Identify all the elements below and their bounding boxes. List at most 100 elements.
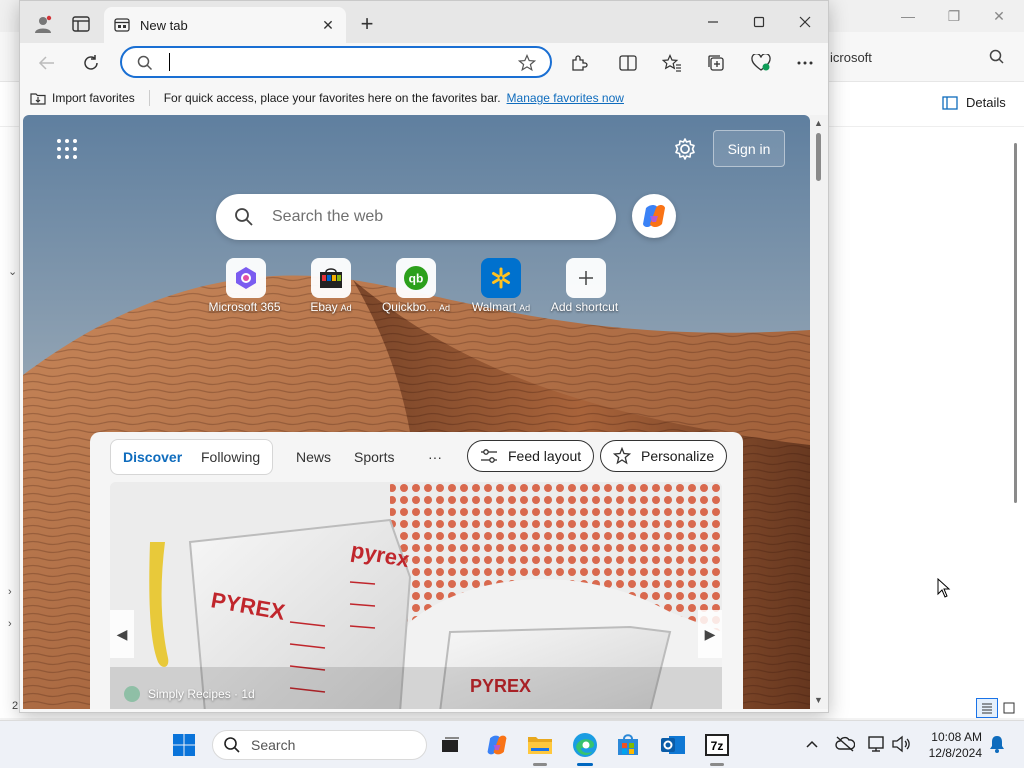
search-placeholder: Search the web [272,208,384,225]
7zip-taskbar-button[interactable]: 7z [701,729,733,761]
details-label: Details [966,95,1006,110]
search-icon [137,55,153,71]
tab-title: New tab [140,17,188,33]
svg-text:7z: 7z [711,739,724,753]
favorites-button[interactable] [657,48,687,78]
more-tabs-button[interactable]: ··· [428,439,442,475]
scrollbar-thumb[interactable] [816,133,821,181]
star-icon[interactable] [518,54,536,72]
ebay-tile [311,258,351,298]
scroll-down-arrow-icon[interactable]: ▼ [814,695,823,705]
mouse-cursor-icon [937,578,951,598]
back-button[interactable] [32,48,62,78]
shortcut-microsoft-365[interactable]: Microsoft 365 [201,258,291,318]
notifications-button[interactable] [986,733,1008,755]
edge-browser-icon [573,733,597,757]
copilot-taskbar-button[interactable] [481,729,513,761]
feed-layout-button[interactable]: Feed layout [467,440,595,472]
carousel-next-button[interactable]: ▶ [698,610,722,658]
import-icon [30,93,46,105]
manage-favorites-link[interactable]: Manage favorites now [507,91,624,105]
feed-card-hero[interactable]: pyrex PYREX PYREX ◀ ▶ Simply Recipes · 1… [110,482,722,709]
copilot-button[interactable] [632,194,676,238]
minimize-button[interactable] [690,1,736,43]
tab-news[interactable]: News [296,439,331,475]
task-view-button[interactable] [434,729,466,761]
card-source: Simply Recipes · 1d [124,686,255,702]
close-button[interactable] [782,1,828,43]
apps-grid-icon[interactable] [55,137,79,161]
sign-in-button[interactable]: Sign in [713,130,785,167]
tiles-view-button[interactable] [998,698,1020,718]
volume-button[interactable] [890,733,912,755]
shortcut-label: Microsoft 365 [208,300,281,314]
file-explorer-taskbar-button[interactable] [524,729,556,761]
network-button[interactable] [866,733,888,755]
explorer-close-button[interactable]: ✕ [976,0,1022,32]
active-indicator [577,763,593,766]
explorer-restore-button[interactable]: ❐ [931,0,977,32]
plus-icon [579,271,593,285]
tab-sports[interactable]: Sports [354,439,394,475]
browser-essentials-button[interactable] [746,48,776,78]
tab-new-tab[interactable]: New tab ✕ [104,7,346,43]
chevron-up-icon [806,740,818,748]
tab-actions-button[interactable] [66,9,96,39]
add-shortcut-tile [566,258,606,298]
navigation-bar [20,43,828,83]
more-icon [797,61,813,65]
svg-text:qb: qb [409,272,424,286]
system-clock[interactable]: 10:08 AM 12/8/2024 [920,729,982,761]
details-view-button[interactable] [976,698,998,718]
favorites-icon [662,54,681,72]
address-input[interactable] [174,51,504,73]
add-shortcut-button[interactable]: Add shortcut [541,258,631,318]
gear-icon[interactable] [673,137,697,161]
feed-layout-label: Feed layout [508,448,582,464]
split-screen-icon [619,55,637,71]
edge-browser-window: New tab ✕ + Import favorites For quick a… [19,0,829,713]
favorites-bar: Import favorites For quick access, place… [20,83,828,113]
tab-following[interactable]: Following [201,439,260,475]
web-search-box[interactable]: Search the web [216,194,616,240]
shortcut-walmart[interactable]: Walmart Ad [456,258,546,318]
personalize-button[interactable]: Personalize [600,440,728,472]
store-icon [618,734,638,755]
tab-discover[interactable]: Discover [123,439,182,475]
split-screen-button[interactable] [613,48,643,78]
search-icon [989,49,1004,64]
personalize-label: Personalize [641,448,715,464]
explorer-scrollbar[interactable] [1014,143,1017,503]
carousel-prev-button[interactable]: ◀ [110,610,134,658]
shortcut-ebay[interactable]: Ebay Ad [286,258,376,318]
start-button[interactable] [168,729,200,761]
chevron-down-icon[interactable]: ⌄ [8,265,17,278]
scroll-up-arrow-icon[interactable]: ▲ [814,118,823,128]
collections-button[interactable] [701,48,731,78]
taskbar-search-box[interactable]: Search [212,730,427,760]
import-favorites-button[interactable]: Import favorites [30,91,135,105]
show-hidden-icons-button[interactable] [801,733,823,755]
new-tab-button[interactable]: + [352,9,382,39]
store-taskbar-button[interactable] [612,729,644,761]
explorer-minimize-button[interactable]: — [885,0,931,32]
edge-taskbar-button[interactable] [569,729,601,761]
favorites-bar-message: For quick access, place your favorites h… [163,91,501,105]
publisher-logo-icon [124,686,140,702]
shortcut-quickbooks[interactable]: qb Quickbo... Ad [371,258,461,318]
7zip-icon: 7z [705,734,729,756]
address-bar[interactable] [120,46,552,78]
settings-and-more-button[interactable] [790,48,820,78]
onedrive-status-button[interactable] [834,733,856,755]
refresh-button[interactable] [76,48,106,78]
page-scrollbar[interactable]: ▲ ▼ [810,115,828,709]
explorer-search-box[interactable]: icrosoft [826,42,1016,72]
tab-close-button[interactable]: ✕ [316,13,340,37]
extensions-button[interactable] [564,48,594,78]
profile-button[interactable] [28,9,58,39]
details-button[interactable]: Details [942,95,1006,110]
outlook-taskbar-button[interactable] [657,729,689,761]
chevron-right-icon[interactable]: › [8,618,12,630]
chevron-right-icon[interactable]: › [8,586,12,598]
maximize-button[interactable] [736,1,782,43]
